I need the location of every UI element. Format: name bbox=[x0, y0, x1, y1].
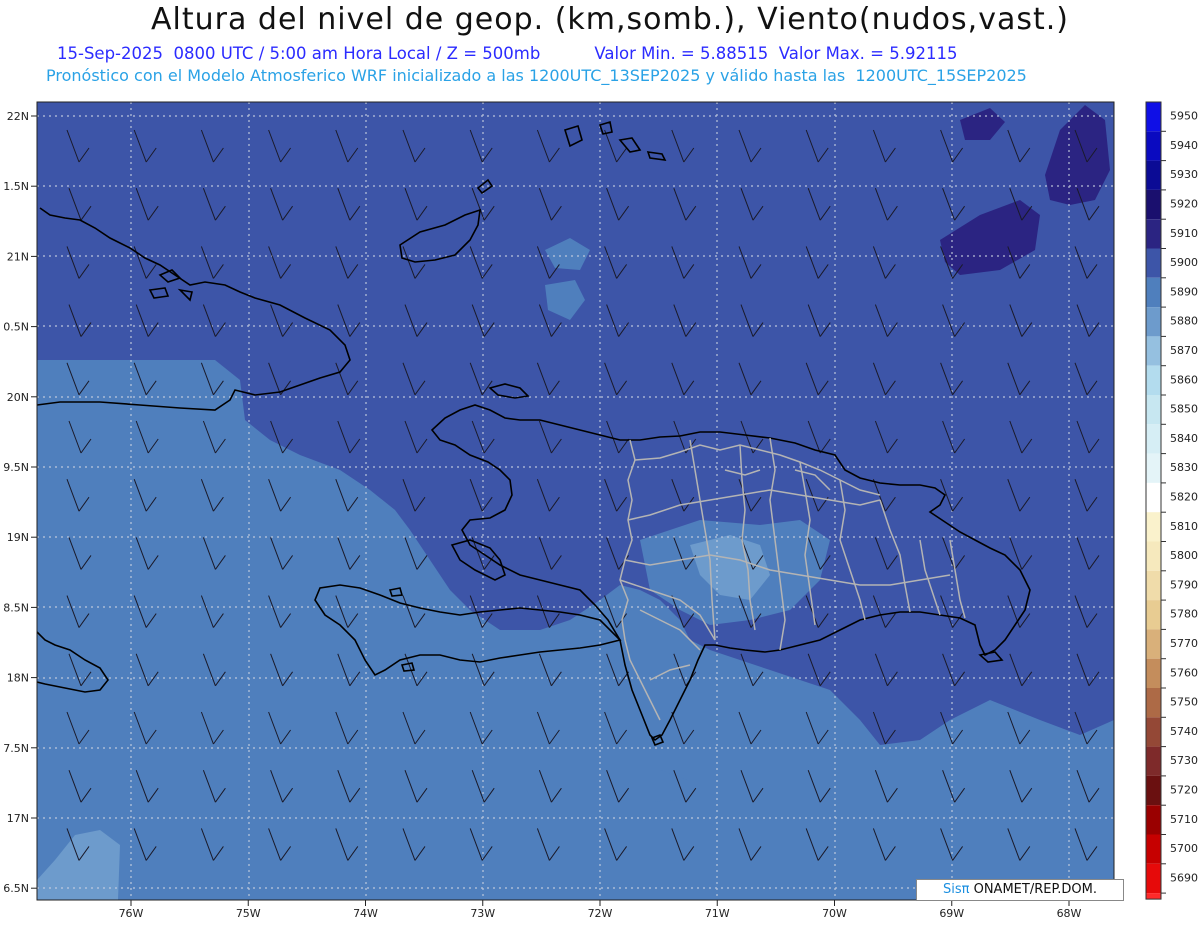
lon-tick-label: 69W bbox=[939, 907, 964, 920]
colorbar-label: 5850 bbox=[1170, 403, 1198, 416]
map-canvas: 22N 1.5N 21N 0.5N 20N 9.5N 19N 8.5N 18N 7.5N 17N 6.… bbox=[3, 101, 1198, 920]
lat-tick-label: 18N bbox=[7, 672, 29, 685]
colorbar-swatch bbox=[1146, 336, 1161, 366]
lat-tick-label: 22N bbox=[7, 110, 29, 123]
colorbar-swatch bbox=[1146, 775, 1161, 806]
lat-tick-label: 0.5N bbox=[3, 321, 29, 334]
colorbar-label: 5790 bbox=[1170, 578, 1198, 591]
lon-tick-label: 73W bbox=[470, 907, 495, 920]
lat-tick-label: 9.5N bbox=[3, 461, 29, 474]
lon-tick-label: 74W bbox=[353, 907, 378, 920]
colorbar-swatch bbox=[1146, 102, 1161, 132]
lat-tick-label: 20N bbox=[7, 391, 29, 404]
lon-tick-label: 68W bbox=[1057, 907, 1082, 920]
colorbar-label: 5690 bbox=[1170, 871, 1198, 884]
colorbar-swatch bbox=[1146, 482, 1161, 513]
credit-box: Sisπ ONAMET/REP.DOM. bbox=[916, 879, 1124, 901]
field-main-west bbox=[37, 102, 215, 360]
colorbar-swatch bbox=[1146, 688, 1161, 718]
lon-tick-label: 75W bbox=[236, 907, 261, 920]
colorbar-swatch bbox=[1146, 658, 1161, 688]
lon-tick-label: 76W bbox=[119, 907, 144, 920]
colorbar-swatch bbox=[1146, 219, 1161, 249]
lat-tick-label: 8.5N bbox=[3, 601, 29, 614]
lon-tick-label: 72W bbox=[588, 907, 613, 920]
colorbar-label: 5700 bbox=[1170, 842, 1198, 855]
colorbar-swatch bbox=[1146, 277, 1161, 308]
colorbar-swatch bbox=[1146, 307, 1161, 337]
lat-tick-label: 1.5N bbox=[3, 180, 29, 193]
colorbar-label: 5920 bbox=[1170, 197, 1198, 210]
colorbar-swatch bbox=[1146, 453, 1161, 483]
colorbar-label: 5950 bbox=[1170, 110, 1198, 123]
colorbar-swatch bbox=[1146, 834, 1161, 864]
lon-tick-label: 70W bbox=[822, 907, 847, 920]
colorbar-label: 5820 bbox=[1170, 490, 1198, 503]
colorbar-label: 5710 bbox=[1170, 813, 1198, 826]
colorbar-swatch bbox=[1146, 248, 1161, 278]
colorbar-label: 5940 bbox=[1170, 139, 1198, 152]
sispi-logo: Sisπ bbox=[943, 882, 970, 897]
colorbar-label: 5860 bbox=[1170, 373, 1198, 386]
lat-tick-label: 19N bbox=[7, 531, 29, 544]
longitude-axis: 76W 75W 74W 73W 72W 71W 70W 69W 68W bbox=[119, 900, 1082, 920]
colorbar-label: 5730 bbox=[1170, 754, 1198, 767]
colorbar-swatch bbox=[1146, 541, 1161, 571]
colorbar: 5950 5940 5930 5920 5910 5900 5890 5880 5870 5860… bbox=[1145, 101, 1198, 900]
colorbar-swatch bbox=[1146, 805, 1161, 835]
colorbar-swatch bbox=[1146, 512, 1161, 542]
colorbar-label: 5780 bbox=[1170, 608, 1198, 621]
colorbar-swatch bbox=[1146, 131, 1161, 161]
colorbar-swatch bbox=[1146, 746, 1161, 776]
colorbar-label: 5880 bbox=[1170, 315, 1198, 328]
colorbar-swatch bbox=[1146, 395, 1161, 425]
colorbar-label: 5910 bbox=[1170, 227, 1198, 240]
colorbar-label: 5930 bbox=[1170, 168, 1198, 181]
colorbar-label: 5740 bbox=[1170, 725, 1198, 738]
colorbar-label: 5900 bbox=[1170, 256, 1198, 269]
colorbar-label: 5770 bbox=[1170, 637, 1198, 650]
colorbar-end-swatch bbox=[1146, 893, 1161, 900]
colorbar-swatch bbox=[1146, 189, 1161, 220]
lat-tick-label: 21N bbox=[7, 250, 29, 263]
lat-tick-label: 17N bbox=[7, 812, 29, 825]
colorbar-swatch bbox=[1146, 600, 1161, 630]
lat-tick-label: 6.5N bbox=[3, 882, 29, 895]
colorbar-swatch bbox=[1146, 629, 1161, 659]
colorbar-swatch bbox=[1146, 863, 1161, 894]
latitude-axis: 22N 1.5N 21N 0.5N 20N 9.5N 19N 8.5N 18N 7.5N 17N 6.… bbox=[3, 110, 37, 895]
colorbar-label: 5720 bbox=[1170, 783, 1198, 796]
colorbar-swatch bbox=[1146, 160, 1161, 190]
colorbar-label: 5750 bbox=[1170, 696, 1198, 709]
credit-text: ONAMET/REP.DOM. bbox=[969, 882, 1097, 897]
colorbar-label: 5800 bbox=[1170, 549, 1198, 562]
colorbar-label: 5840 bbox=[1170, 432, 1198, 445]
colorbar-label: 5830 bbox=[1170, 461, 1198, 474]
lon-tick-label: 71W bbox=[705, 907, 730, 920]
lat-tick-label: 7.5N bbox=[3, 742, 29, 755]
colorbar-label: 5760 bbox=[1170, 666, 1198, 679]
colorbar-swatch bbox=[1146, 717, 1161, 747]
colorbar-label: 5890 bbox=[1170, 285, 1198, 298]
colorbar-swatch bbox=[1146, 424, 1161, 454]
colorbar-label: 5870 bbox=[1170, 344, 1198, 357]
colorbar-swatch bbox=[1146, 570, 1161, 601]
colorbar-label: 5810 bbox=[1170, 520, 1198, 533]
colorbar-swatch bbox=[1146, 365, 1161, 395]
